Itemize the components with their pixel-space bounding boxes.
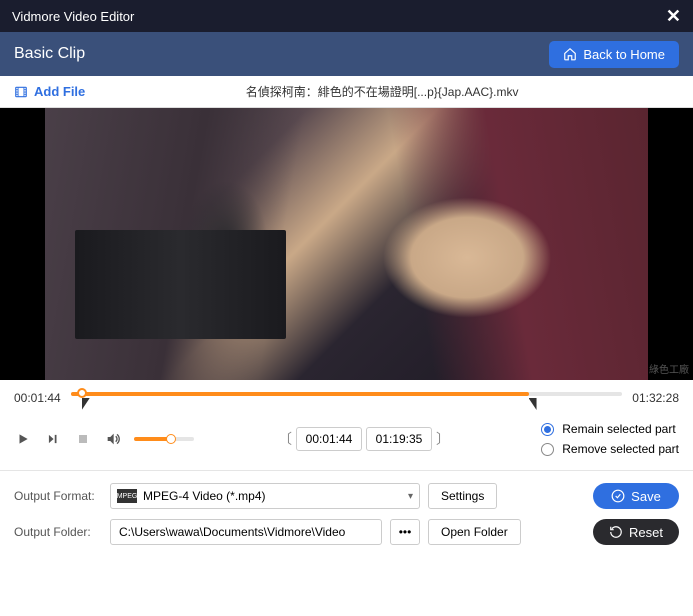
radio-icon <box>541 443 554 456</box>
output-folder-input[interactable] <box>110 519 382 545</box>
back-to-home-button[interactable]: Back to Home <box>549 41 679 68</box>
output-section: Output Format: MPEG MPEG-4 Video (*.mp4)… <box>0 471 693 557</box>
stop-button[interactable] <box>74 430 92 448</box>
bracket-end[interactable] <box>529 398 537 410</box>
settings-button[interactable]: Settings <box>428 483 497 509</box>
app-title: Vidmore Video Editor <box>12 9 134 24</box>
video-preview-area: 綠色工廠 <box>0 108 693 380</box>
next-frame-icon <box>46 432 60 446</box>
filename-display: 名偵探柯南：緋色的不在場證明[...p}{Jap.AAC}.mkv <box>85 83 679 100</box>
film-icon <box>14 85 28 99</box>
output-format-row: Output Format: MPEG MPEG-4 Video (*.mp4)… <box>14 483 679 509</box>
volume-slider[interactable] <box>134 437 194 441</box>
selection-range: 〔 〕 <box>278 427 450 451</box>
output-format-select[interactable]: MPEG MPEG-4 Video (*.mp4) ▾ <box>110 483 420 509</box>
radio-icon <box>541 423 554 436</box>
playback-controls: 〔 〕 Remain selected part Remove selected… <box>0 412 693 471</box>
remove-selected-option[interactable]: Remove selected part <box>541 442 679 456</box>
volume-button[interactable] <box>104 430 122 448</box>
remain-label: Remain selected part <box>562 422 675 436</box>
output-format-label: Output Format: <box>14 489 102 503</box>
volume-icon <box>105 431 121 447</box>
play-icon <box>16 432 30 446</box>
mpeg-icon: MPEG <box>117 489 137 503</box>
remove-label: Remove selected part <box>562 442 679 456</box>
save-label: Save <box>631 489 661 504</box>
selection-start-input[interactable] <box>296 427 362 451</box>
browse-folder-button[interactable]: ••• <box>390 519 420 545</box>
reset-button[interactable]: Reset <box>593 519 679 545</box>
save-button[interactable]: Save <box>593 483 679 509</box>
selection-mode-group: Remain selected part Remove selected par… <box>541 422 679 456</box>
page-title: Basic Clip <box>14 45 85 63</box>
add-file-button[interactable]: Add File <box>14 84 85 99</box>
seek-thumb[interactable] <box>77 388 87 398</box>
back-label: Back to Home <box>583 47 665 62</box>
current-time: 00:01:44 <box>14 391 61 405</box>
bracket-close-icon[interactable]: 〕 <box>436 429 450 449</box>
chevron-down-icon: ▾ <box>408 491 413 502</box>
play-button[interactable] <box>14 430 32 448</box>
watermark: 綠色工廠 <box>649 361 689 376</box>
next-frame-button[interactable] <box>44 430 62 448</box>
check-circle-icon <box>611 489 625 503</box>
reset-icon <box>609 525 623 539</box>
titlebar: Vidmore Video Editor ✕ <box>0 0 693 32</box>
header: Basic Clip Back to Home <box>0 32 693 76</box>
bracket-open-icon[interactable]: 〔 <box>278 429 292 449</box>
add-file-label: Add File <box>34 84 85 99</box>
total-time: 01:32:28 <box>632 391 679 405</box>
open-folder-button[interactable]: Open Folder <box>428 519 521 545</box>
selection-end-input[interactable] <box>366 427 432 451</box>
bracket-start[interactable] <box>82 398 90 410</box>
video-frame[interactable] <box>45 108 648 380</box>
track-fill <box>71 392 529 396</box>
format-value: MPEG-4 Video (*.mp4) <box>143 489 266 503</box>
home-icon <box>563 47 577 61</box>
reset-label: Reset <box>629 525 663 540</box>
seek-track[interactable] <box>71 386 623 410</box>
stop-icon <box>77 433 89 445</box>
output-folder-label: Output Folder: <box>14 525 102 539</box>
selection-brackets <box>71 398 623 412</box>
remain-selected-option[interactable]: Remain selected part <box>541 422 679 436</box>
output-folder-row: Output Folder: ••• Open Folder Reset <box>14 519 679 545</box>
timeline: 00:01:44 01:32:28 <box>0 380 693 412</box>
toolbar: Add File 名偵探柯南：緋色的不在場證明[...p}{Jap.AAC}.m… <box>0 76 693 108</box>
close-icon[interactable]: ✕ <box>666 6 681 27</box>
